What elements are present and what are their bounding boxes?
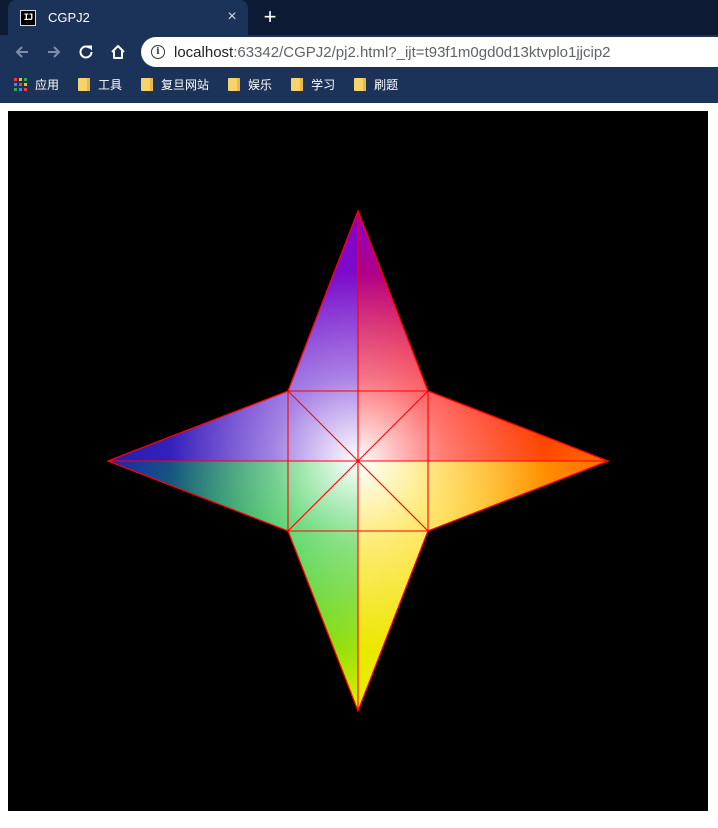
folder-icon <box>78 78 91 91</box>
forward-button[interactable] <box>40 38 68 66</box>
folder-icon <box>354 78 367 91</box>
bookmark-folder-study[interactable]: 学习 <box>291 76 335 93</box>
bookmark-label: 娱乐 <box>248 78 273 92</box>
four-point-star-drawing <box>106 209 610 713</box>
bookmark-folder-fudan[interactable]: 复旦网站 <box>141 76 209 93</box>
back-button[interactable] <box>8 38 36 66</box>
reload-icon <box>79 45 93 59</box>
tab-strip: IJ CGPJ2 × + <box>0 0 718 35</box>
bookmark-label: 学习 <box>311 78 336 92</box>
bookmarks-bar: 应用 工具 复旦网站 娱乐 学习 刷题 <box>0 69 718 100</box>
close-tab-icon[interactable]: × <box>224 9 240 25</box>
forward-icon <box>48 46 61 58</box>
bookmark-folder-entertainment[interactable]: 娱乐 <box>228 76 272 93</box>
folder-icon <box>291 78 304 91</box>
intellij-favicon-icon: IJ <box>20 9 36 26</box>
home-button[interactable] <box>104 38 132 66</box>
bookmark-label: 工具 <box>98 78 123 92</box>
bookmark-label: 刷题 <box>374 78 399 92</box>
webgl-canvas[interactable] <box>8 111 708 811</box>
back-icon <box>15 46 28 58</box>
browser-chrome: IJ CGPJ2 × + i localhost:63342/CGPJ2/pj2… <box>0 0 718 103</box>
bookmark-apps[interactable]: 应用 <box>14 76 59 93</box>
bookmark-label: 复旦网站 <box>161 78 210 92</box>
url-host: localhost <box>174 43 234 61</box>
bookmark-folder-tools[interactable]: 工具 <box>78 76 122 93</box>
active-tab[interactable]: IJ CGPJ2 × <box>8 0 248 35</box>
folder-icon <box>141 78 154 91</box>
navigation-toolbar: i localhost:63342/CGPJ2/pj2.html?_ijt=t9… <box>0 35 718 69</box>
url-path: :63342/CGPJ2/pj2.html?_ijt=t93f1m0gd0d13… <box>233 43 611 61</box>
info-icon[interactable]: i <box>151 45 165 59</box>
folder-icon <box>228 78 241 91</box>
bookmark-folder-practice[interactable]: 刷题 <box>354 76 398 93</box>
address-bar[interactable]: i localhost:63342/CGPJ2/pj2.html?_ijt=t9… <box>141 37 718 67</box>
new-tab-button[interactable]: + <box>258 6 282 30</box>
url-text[interactable]: localhost:63342/CGPJ2/pj2.html?_ijt=t93f… <box>174 44 611 61</box>
reload-button[interactable] <box>72 38 100 66</box>
bookmark-label: 应用 <box>35 78 60 92</box>
home-icon <box>111 45 125 59</box>
apps-icon <box>14 78 27 91</box>
page-content <box>0 103 718 828</box>
tab-title: CGPJ2 <box>48 10 90 25</box>
